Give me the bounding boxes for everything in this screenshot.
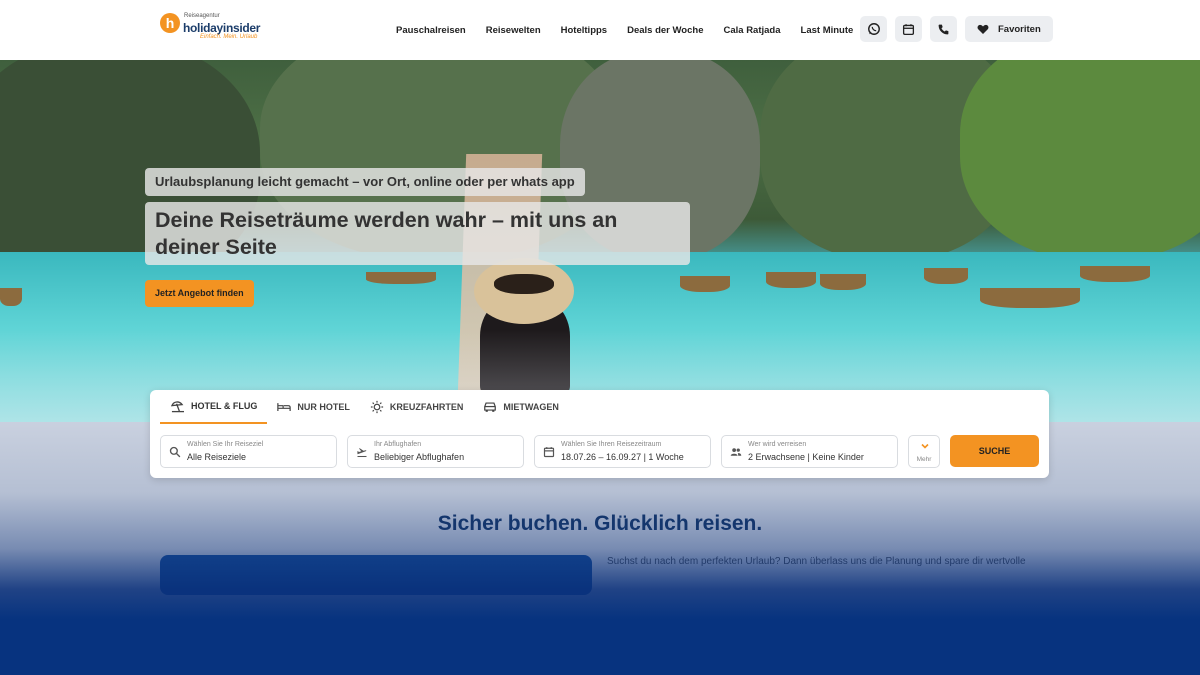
- hero-hat-band: [494, 274, 554, 294]
- plane-icon: [357, 448, 367, 458]
- phone-icon: [938, 24, 949, 34]
- people-icon: [730, 448, 742, 456]
- heart-icon: [977, 24, 989, 34]
- chevron-down-icon: [921, 443, 929, 449]
- phone-button[interactable]: [930, 16, 957, 42]
- departure-airport-value: Beliebiger Abflughafen: [374, 452, 465, 462]
- hero-boat: [980, 288, 1080, 308]
- favorites-button[interactable]: Favoriten: [965, 16, 1053, 42]
- nav-item-last-minute[interactable]: Last Minute: [801, 25, 854, 36]
- hero-boat: [366, 272, 436, 284]
- site-logo[interactable]: h Reiseagentur holidayinsider Einfach. M…: [160, 11, 260, 47]
- calendar-icon: [543, 447, 555, 458]
- hero-boat: [1080, 266, 1150, 282]
- hero-boat: [0, 288, 22, 306]
- hero-boat: [820, 274, 866, 290]
- find-offer-button[interactable]: Jetzt Angebot finden: [145, 280, 254, 307]
- search-button[interactable]: SUCHE: [950, 435, 1039, 467]
- search-icon: [169, 446, 181, 458]
- car-icon: [484, 402, 497, 412]
- hero-boat: [924, 268, 968, 284]
- logo-tagline: Einfach. Mein. Urlaub: [200, 34, 258, 40]
- logo-mark: h: [160, 13, 180, 33]
- sun-icon: [370, 400, 383, 414]
- travel-period-label: Wählen Sie Ihren Reisezeitraum: [561, 441, 662, 448]
- tab-mietwagen[interactable]: MIETWAGEN: [473, 390, 569, 424]
- page: h Reiseagentur holidayinsider Einfach. M…: [0, 0, 1200, 675]
- more-options-label: Mehr: [916, 456, 932, 463]
- info-card: [160, 555, 592, 595]
- tab-nur-hotel[interactable]: NUR HOTEL: [267, 390, 360, 424]
- beach-icon: [170, 400, 184, 412]
- departure-airport-label: Ihr Abflughafen: [374, 441, 422, 448]
- whatsapp-icon: [867, 23, 880, 35]
- calendar-button[interactable]: [895, 16, 922, 42]
- logo-main-text: holidayinsider: [183, 21, 261, 35]
- tab-kreuzfahrten[interactable]: KREUZFAHRTEN: [360, 390, 474, 424]
- tab-label: KREUZFAHRTEN: [389, 402, 464, 412]
- destination-field[interactable]: Wählen Sie Ihr Reiseziel Alle Reiseziele: [160, 435, 337, 468]
- tab-label: NUR HOTEL: [297, 402, 350, 412]
- travel-period-value: 18.07.26 – 16.09.27 | 1 Woche: [561, 452, 684, 462]
- hero-title: Deine Reiseträume werden wahr – mit uns …: [145, 202, 690, 265]
- whatsapp-button[interactable]: [860, 16, 887, 42]
- hero-subtitle: Urlaubsplanung leicht gemacht – vor Ort,…: [145, 168, 585, 196]
- hero-boat: [680, 276, 730, 292]
- destination-value: Alle Reiseziele: [187, 452, 247, 462]
- hero-boat: [766, 272, 816, 288]
- tab-hotel-flug[interactable]: HOTEL & FLUG: [160, 390, 268, 424]
- bed-icon: [277, 403, 292, 411]
- favorites-label: Favoriten: [998, 23, 1041, 35]
- more-options-button[interactable]: Mehr: [908, 435, 940, 468]
- nav-item-cala-ratjada[interactable]: Cala Ratjada: [723, 25, 780, 36]
- departure-airport-field[interactable]: Ihr Abflughafen Beliebiger Abflughafen: [347, 435, 524, 468]
- search-widget: HOTEL & FLUG NUR HOTEL KREUZFAHRTEN MIET…: [150, 390, 1049, 478]
- travellers-field[interactable]: Wer wird verreisen 2 Erwachsene | Keine …: [721, 435, 898, 468]
- hero-forest-right: [960, 60, 1200, 260]
- nav-item-pauschalreisen[interactable]: Pauschalreisen: [396, 25, 466, 36]
- nav-item-reisewelten[interactable]: Reisewelten: [486, 25, 541, 36]
- logo-small-text: Reiseagentur: [184, 13, 220, 19]
- travellers-label: Wer wird verreisen: [748, 441, 807, 448]
- tab-label: MIETWAGEN: [503, 402, 559, 412]
- tab-label: HOTEL & FLUG: [191, 401, 258, 411]
- section-title: Sicher buchen. Glücklich reisen.: [437, 512, 763, 535]
- site-header: h Reiseagentur holidayinsider Einfach. M…: [0, 0, 1200, 60]
- travellers-value: 2 Erwachsene | Keine Kinder: [748, 452, 864, 462]
- destination-label: Wählen Sie Ihr Reiseziel: [187, 441, 264, 448]
- travel-period-field[interactable]: Wählen Sie Ihren Reisezeitraum 18.07.26 …: [534, 435, 711, 468]
- nav-item-hoteltipps[interactable]: Hoteltipps: [561, 25, 607, 36]
- calendar-icon: [902, 23, 915, 35]
- search-tabs: HOTEL & FLUG NUR HOTEL KREUZFAHRTEN MIET…: [160, 390, 569, 424]
- main-nav: Pauschalreisen Reisewelten Hoteltipps De…: [396, 0, 853, 60]
- section-intro: Suchst du nach dem perfekten Urlaub? Dan…: [607, 556, 1026, 567]
- nav-item-deals[interactable]: Deals der Woche: [627, 25, 703, 36]
- header-actions: Favoriten: [860, 16, 1053, 42]
